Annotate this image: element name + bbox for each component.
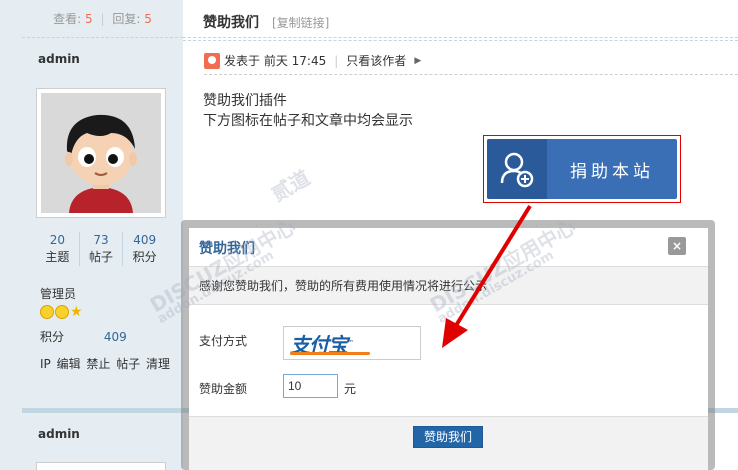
dialog-footer: 赞助我们 xyxy=(189,416,708,470)
amount-unit: 元 xyxy=(344,382,357,396)
thread-title: 赞助我们 xyxy=(203,15,259,31)
amount-input[interactable] xyxy=(283,374,338,398)
smiley-medal-icon xyxy=(55,305,69,319)
thread-stats: 查看: 5 | 回复: 5 xyxy=(22,0,183,38)
dialog-notice: 感谢您赞助我们，赞助的所有费用使用情况将进行公示 xyxy=(189,266,708,305)
dialog-title: 赞助我们 xyxy=(199,241,255,257)
triangle-right-icon: ▶ xyxy=(414,55,422,66)
views-count: 5 xyxy=(85,12,93,26)
replies-label: 回复: xyxy=(112,12,141,26)
views-label: 查看: xyxy=(53,12,82,26)
donate-button-label: 捐助本站 xyxy=(570,161,654,182)
post-line: 赞助我们插件 xyxy=(203,93,287,109)
credit-label: 积分 xyxy=(40,330,65,344)
replies-count: 5 xyxy=(144,12,152,26)
stat-threads[interactable]: 20 主题 xyxy=(36,232,80,266)
next-avatar[interactable] xyxy=(36,462,166,470)
alipay-option[interactable]: 支付宝 ™ xyxy=(283,326,421,360)
author-online-icon xyxy=(204,52,220,69)
only-author-link[interactable]: 只看该作者 xyxy=(346,52,406,69)
posted-label: 发表于 xyxy=(224,54,261,68)
donate-user-plus-icon xyxy=(487,139,547,199)
avatar-image xyxy=(41,93,161,213)
credit-row: 积分 409 xyxy=(40,328,127,345)
avatar[interactable] xyxy=(36,88,166,218)
donate-dialog: 赞助我们 × 感谢您赞助我们，赞助的所有费用使用情况将进行公示 支付方式 支付宝… xyxy=(189,228,708,470)
smiley-medal-icon xyxy=(40,305,54,319)
posted-time: 前天 17:45 xyxy=(263,54,327,68)
watermark-text: 贰道 xyxy=(267,165,315,207)
donate-highlight: 捐助本站 xyxy=(483,135,681,203)
amount-label: 赞助金额 xyxy=(199,382,248,396)
alipay-swoosh xyxy=(290,352,370,355)
author-stats: 20 主题 73 帖子 409 积分 xyxy=(36,232,166,266)
donate-button[interactable]: 捐助本站 xyxy=(487,139,677,199)
post-meta: 发表于 前天 17:45 | 只看该作者 ▶ xyxy=(204,52,421,69)
star-medal-icon: ★ xyxy=(70,304,83,320)
pay-method-label: 支付方式 xyxy=(199,334,248,348)
cartoon-boy-icon xyxy=(41,93,161,213)
post-line: 下方图标在帖子和文章中均会显示 xyxy=(203,113,413,129)
stat-credits[interactable]: 409 积分 xyxy=(123,232,166,266)
close-icon[interactable]: × xyxy=(668,237,686,255)
credit-value: 409 xyxy=(103,330,127,344)
admin-links[interactable]: IP 编辑 禁止 帖子 清理 xyxy=(40,355,170,372)
post-divider xyxy=(22,408,183,413)
meta-divider xyxy=(204,74,738,75)
user-group[interactable]: 管理员 xyxy=(40,285,76,302)
stat-posts[interactable]: 73 帖子 xyxy=(80,232,124,266)
medal-row: ★ xyxy=(40,305,84,319)
post-content: 赞助我们插件 下方图标在帖子和文章中均会显示 xyxy=(203,91,413,131)
title-divider xyxy=(183,37,738,41)
copy-link[interactable]: [复制链接] xyxy=(272,14,329,31)
author-name-link[interactable]: admin xyxy=(38,52,80,66)
next-author-name-link[interactable]: admin xyxy=(38,427,80,441)
submit-donate-button[interactable]: 赞助我们 xyxy=(413,426,483,448)
